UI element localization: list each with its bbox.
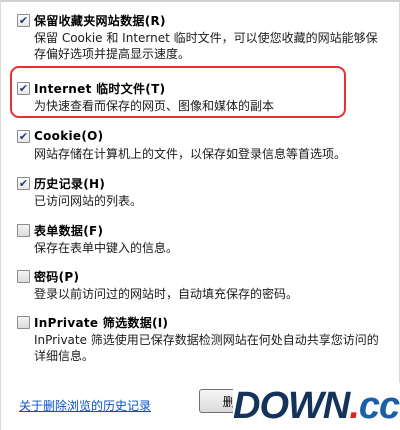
down-cc-watermark: DOWN.cc [233, 383, 400, 430]
option-temporary-files: ✔ Internet 临时文件(T) 为快速查看而保存的网页、图像和媒体的副本 [17, 80, 377, 114]
option-form-data-description: 保存在表单中键入的信息。 [34, 241, 179, 255]
option-history-description: 已访问网站的列表。 [34, 194, 143, 208]
checkbox-cookies[interactable]: ✔ [17, 129, 30, 143]
watermark-logo: DOWN.cc [233, 383, 400, 430]
checkmark-icon: ✔ [18, 13, 29, 27]
option-cookies: ✔ Cookie(O) 网站存储在计算机上的文件，以保存如登录信息等首选项。 [17, 128, 377, 162]
option-inprivate-filtering-row[interactable]: InPrivate 筛选数据(I) [17, 314, 377, 330]
option-inprivate-filtering-description: InPrivate 筛选使用已保存数据检测网站在何处自动共享您访问的详细信息。 [34, 333, 379, 363]
checkbox-history[interactable]: ✔ [17, 176, 30, 190]
option-temporary-files-title: Internet 临时文件(T) [34, 81, 166, 96]
top-divider [1, 0, 400, 2]
watermark-main: DOWN [233, 385, 350, 427]
watermark-suffix: cc [358, 385, 400, 427]
option-passwords-description: 登录以前访问过的网站时，自动填充保存的密码。 [34, 287, 299, 301]
option-cookies-description: 网站存储在计算机上的文件，以保存如登录信息等首选项。 [34, 147, 347, 161]
option-inprivate-filtering: InPrivate 筛选数据(I) InPrivate 筛选使用已保存数据检测网… [17, 314, 379, 364]
option-favorites-data: ✔ 保留收藏夹网站数据(R) 保留 Cookie 和 Internet 临时文件… [17, 12, 378, 62]
option-passwords-title: 密码(P) [34, 269, 80, 284]
option-favorites-data-row[interactable]: ✔ 保留收藏夹网站数据(R) [17, 12, 377, 28]
checkbox-temporary-files[interactable]: ✔ [17, 81, 30, 95]
checkbox-inprivate-filtering[interactable] [17, 315, 30, 329]
delete-browsing-history-dialog: ✔ 保留收藏夹网站数据(R) 保留 Cookie 和 Internet 临时文件… [0, 0, 400, 430]
checkmark-icon: ✔ [18, 81, 29, 95]
option-form-data-title: 表单数据(F) [34, 223, 104, 238]
checkmark-icon: ✔ [18, 176, 29, 190]
option-passwords-row[interactable]: 密码(P) [17, 268, 377, 284]
option-form-data: 表单数据(F) 保存在表单中键入的信息。 [17, 222, 377, 256]
checkbox-form-data[interactable] [17, 223, 30, 237]
option-temporary-files-description: 为快速查看而保存的网页、图像和媒体的副本 [34, 99, 275, 113]
option-history: ✔ 历史记录(H) 已访问网站的列表。 [17, 175, 377, 209]
option-history-title: 历史记录(H) [34, 176, 106, 191]
option-temporary-files-row[interactable]: ✔ Internet 临时文件(T) [17, 80, 377, 96]
option-form-data-row[interactable]: 表单数据(F) [17, 222, 377, 238]
watermark-dot: . [349, 385, 360, 427]
checkmark-icon: ✔ [18, 129, 29, 143]
checkbox-passwords[interactable] [17, 269, 30, 283]
option-cookies-title: Cookie(O) [34, 129, 104, 143]
option-inprivate-filtering-title: InPrivate 筛选数据(I) [34, 315, 169, 330]
option-passwords: 密码(P) 登录以前访问过的网站时，自动填充保存的密码。 [17, 268, 377, 302]
option-cookies-row[interactable]: ✔ Cookie(O) [17, 128, 377, 144]
about-deleting-history-link[interactable]: 关于删除浏览的历史记录 [19, 397, 151, 414]
option-favorites-data-title: 保留收藏夹网站数据(R) [34, 13, 166, 28]
option-favorites-data-description: 保留 Cookie 和 Internet 临时文件，可以使您收藏的网站能够保存偏… [34, 31, 378, 61]
option-history-row[interactable]: ✔ 历史记录(H) [17, 175, 377, 191]
checkbox-favorites-data[interactable]: ✔ [17, 13, 30, 27]
